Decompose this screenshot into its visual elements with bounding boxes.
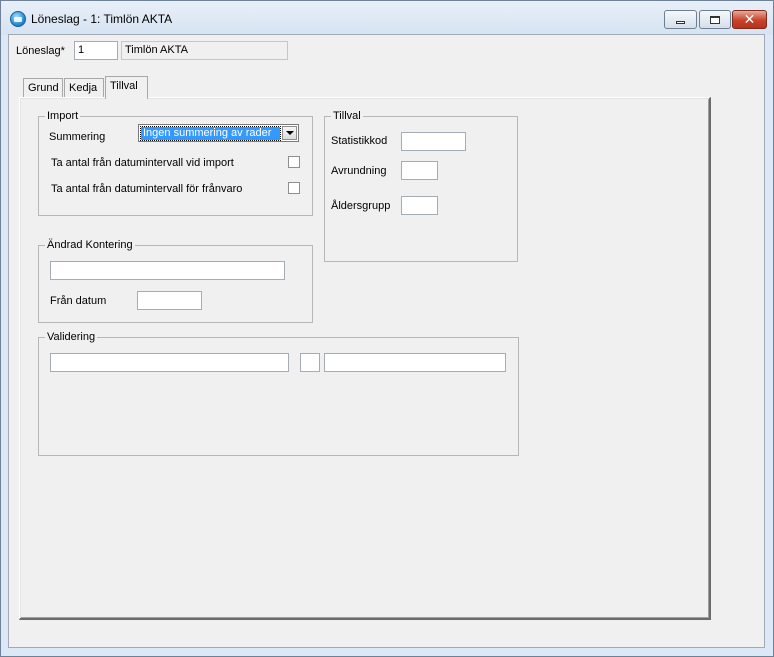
summering-select[interactable]: Ingen summering av rader [138, 124, 299, 142]
avrundning-label: Avrundning [331, 165, 387, 177]
summering-dropdown-button[interactable] [282, 126, 297, 140]
tab-tillval[interactable]: Tillval [105, 76, 148, 99]
loneslag-name-field: Timlön AKTA [121, 41, 288, 60]
andrad-kontering-group: Ändrad Kontering [38, 239, 313, 323]
fran-datum-label: Från datum [50, 295, 107, 307]
andrad-kontering-group-title: Ändrad Kontering [45, 239, 135, 251]
maximize-icon [710, 15, 720, 24]
tillval-group-title: Tillval [331, 110, 363, 122]
validering-group-title: Validering [45, 331, 98, 343]
validering-field-1[interactable] [50, 353, 289, 372]
validering-field-3[interactable] [324, 353, 506, 372]
checkbox-franvaro-label: Ta antal från datumintervall för frånvar… [51, 183, 243, 195]
loneslag-code-field[interactable]: 1 [74, 41, 118, 60]
checkbox-franvaro[interactable] [288, 182, 300, 194]
app-icon [10, 11, 26, 27]
aldersgrupp-label: Åldersgrupp [331, 200, 391, 212]
title-bar[interactable]: Löneslag - 1: Timlön AKTA ✕ [1, 1, 773, 35]
validering-field-2[interactable] [300, 353, 320, 372]
statistikkod-label: Statistikkod [331, 135, 388, 147]
window-title: Löneslag - 1: Timlön AKTA [31, 12, 173, 26]
close-button[interactable]: ✕ [732, 10, 767, 29]
summering-value: Ingen summering av rader [140, 126, 281, 141]
minimize-button[interactable] [664, 10, 697, 29]
checkbox-import-label: Ta antal från datumintervall vid import [51, 157, 234, 169]
fran-datum-field[interactable] [137, 291, 202, 310]
import-group-title: Import [45, 110, 81, 122]
kontering-field[interactable] [50, 261, 285, 280]
checkbox-import[interactable] [288, 156, 300, 168]
close-icon: ✕ [743, 11, 756, 28]
summering-label: Summering [49, 131, 106, 143]
tab-kedja[interactable]: Kedja [64, 78, 104, 98]
statistikkod-field[interactable] [401, 132, 466, 151]
minimize-icon [676, 21, 685, 24]
tab-grund[interactable]: Grund [23, 78, 63, 98]
avrundning-field[interactable] [401, 161, 438, 180]
chevron-down-icon [285, 131, 294, 135]
maximize-button[interactable] [699, 10, 731, 29]
aldersgrupp-field[interactable] [401, 196, 438, 215]
loneslag-label: Löneslag* [16, 45, 65, 57]
